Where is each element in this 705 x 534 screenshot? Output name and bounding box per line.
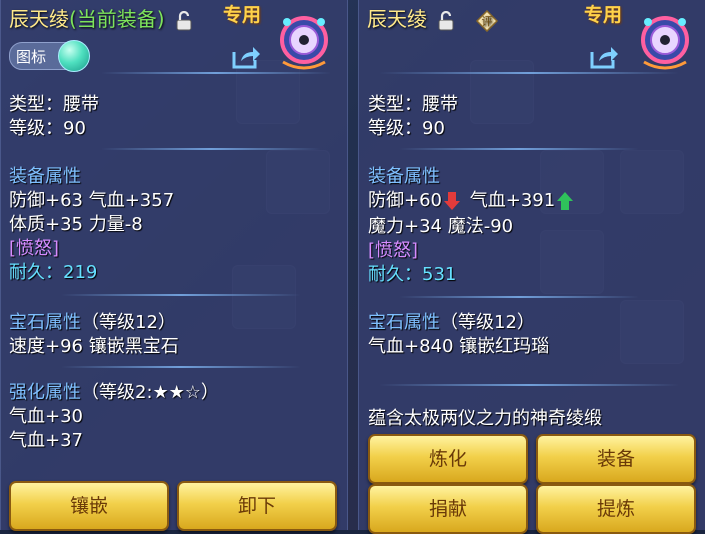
icon-toggle-label: 图标 <box>16 48 47 66</box>
durability-value: 219 <box>63 262 98 283</box>
level-line: 等级：90 <box>9 118 86 139</box>
item-title: 辰天绫 评 <box>367 3 498 32</box>
divider <box>379 384 679 386</box>
gem-level: （等级12） <box>440 312 535 333</box>
gem-level: （等级12） <box>81 312 176 333</box>
lock-icon[interactable] <box>437 10 455 31</box>
exclusive-label: 专用 <box>584 4 623 26</box>
divider <box>101 72 331 74</box>
item-title: 辰天绫(当前装备) <box>9 3 193 32</box>
divider <box>399 148 639 150</box>
divider <box>399 296 639 298</box>
durability-value: 531 <box>422 264 457 285</box>
enhance-line-1: 气血+30 <box>9 406 83 427</box>
item-name: 辰天绫 <box>9 7 69 31</box>
inlay-button[interactable]: 镶嵌 <box>9 481 169 531</box>
rating-badge: 评 <box>481 15 492 28</box>
share-icon[interactable] <box>589 44 619 70</box>
durability-label: 耐久： <box>368 264 422 285</box>
refine-button[interactable]: 炼化 <box>368 434 528 484</box>
item-name: 辰天绫 <box>367 7 427 31</box>
type-line: 类型：腰带 <box>9 94 99 115</box>
durability: 耐久：531 <box>368 260 456 286</box>
durability-label: 耐久： <box>9 262 63 283</box>
enhance-level: （等级2:★★☆） <box>81 382 219 403</box>
down-arrow-icon <box>444 192 460 210</box>
divider <box>101 148 321 150</box>
item-description: 蕴含太极两仪之力的神奇绫缎 <box>368 408 602 429</box>
current-equipment-panel: 辰天绫(当前装备) 专用 图标 类型：腰带 等级：90 装备属性 防御+63 气… <box>0 0 348 531</box>
level-line: 等级：90 <box>368 118 445 139</box>
enhance-line-2: 气血+37 <box>9 430 83 451</box>
mascot-icon <box>641 16 689 70</box>
up-arrow-icon <box>557 192 574 210</box>
current-equipped-tag: (当前装备) <box>69 7 165 31</box>
toggle-knob <box>58 40 90 72</box>
special-effect: [愤怒] <box>9 238 60 259</box>
share-icon[interactable] <box>231 44 261 70</box>
lock-icon[interactable] <box>175 10 193 31</box>
attr-hp: 气血+391 <box>469 190 556 211</box>
gem-title: 宝石属性 <box>9 312 81 333</box>
gem-header: 宝石属性（等级12） <box>368 308 535 334</box>
special-effect: [愤怒] <box>368 240 419 261</box>
equip-attr-title: 装备属性 <box>9 166 81 187</box>
attr-line-2: 体质+35 力量-8 <box>9 214 143 235</box>
gem-line: 速度+96 镶嵌黑宝石 <box>9 336 179 357</box>
divider <box>379 72 679 74</box>
extract-button[interactable]: 提炼 <box>536 484 696 534</box>
equip-button[interactable]: 装备 <box>536 434 696 484</box>
gem-header: 宝石属性（等级12） <box>9 308 176 334</box>
compare-equipment-panel: 辰天绫 评 专用 类型：腰带 等级：90 装备属性 防御+60 气血+391 魔… <box>358 0 705 534</box>
durability: 耐久：219 <box>9 258 97 284</box>
gem-title: 宝石属性 <box>368 312 440 333</box>
attr-line-2: 魔力+34 魔法-90 <box>368 216 514 237</box>
icon-toggle[interactable]: 图标 <box>9 40 90 72</box>
unequip-button[interactable]: 卸下 <box>177 481 337 531</box>
exclusive-label: 专用 <box>223 4 262 26</box>
equip-attr-title: 装备属性 <box>368 166 440 187</box>
divider <box>61 294 301 296</box>
rating-icon[interactable]: 评 <box>475 9 498 32</box>
attr-defense: 防御+60 <box>368 190 442 211</box>
enhance-header: 强化属性（等级2:★★☆） <box>9 378 219 404</box>
attr-line-1: 防御+60 气血+391 <box>368 186 574 212</box>
type-line: 类型：腰带 <box>368 94 458 115</box>
enhance-title: 强化属性 <box>9 382 81 403</box>
mascot-icon <box>280 16 328 70</box>
gem-line: 气血+840 镶嵌红玛瑙 <box>368 336 550 357</box>
attr-line-1: 防御+63 气血+357 <box>9 190 175 211</box>
divider <box>61 366 301 368</box>
donate-button[interactable]: 捐献 <box>368 484 528 534</box>
